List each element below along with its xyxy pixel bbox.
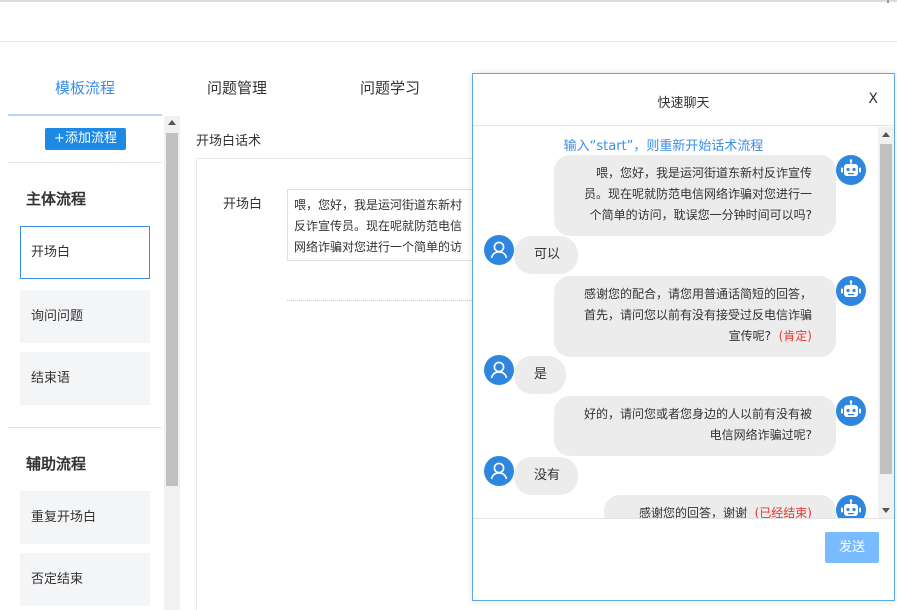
main-flow-title: 主体流程 [26, 190, 87, 208]
robot-icon [836, 495, 866, 518]
robot-icon [836, 396, 866, 426]
chat-scrollbar[interactable] [878, 127, 894, 518]
message-list: 输入“start”，则重新开始话术流程 喂，您好，我是运河街道东新村反诈宣传员。… [473, 127, 878, 518]
tab-question-management[interactable]: 问题管理 [162, 66, 312, 114]
message-input[interactable]: 发送 [473, 518, 894, 600]
message-tag: (肯定) [778, 329, 812, 343]
sidebar-divider [8, 162, 162, 163]
sidebar-item-closing[interactable]: 结束语 [20, 352, 150, 405]
sidebar-scrollbar[interactable] [164, 116, 180, 610]
opening-field-label: 开场白 [223, 197, 263, 212]
user-icon [484, 456, 514, 486]
bot-message: 好的，请问您或者您身边的人以前有没有被电信网络诈骗过呢? [554, 396, 836, 456]
add-flow-button[interactable]: +添加流程 [45, 128, 126, 150]
sidebar: +添加流程 主体流程 开场白 询问问题 结束语 辅助流程 重复开场白 否定结束 [8, 116, 162, 610]
aux-flow-title: 辅助流程 [26, 455, 87, 473]
user-message: 没有 [514, 457, 578, 495]
bot-message: 感谢您的配合，请您用普通话简短的回答，首先，请问您以前有没有接受过反电信诈骗宣传… [554, 276, 836, 357]
scrollbar-thumb[interactable] [880, 144, 892, 474]
bot-message: 感谢您的回答，谢谢 (已经结束) [604, 495, 836, 518]
restart-hint: 输入“start”，则重新开始话术流程 [563, 139, 764, 154]
dotted-separator [287, 300, 472, 301]
content-border [196, 158, 197, 610]
content-header: 开场白话术 [196, 134, 262, 149]
message-text: 可以 [534, 247, 561, 262]
window-mark [887, 0, 889, 3]
scroll-up-icon[interactable] [168, 120, 176, 125]
close-button[interactable]: X [868, 91, 878, 107]
top-edge [0, 0, 897, 2]
header-divider [196, 158, 472, 159]
chat-title: 快速聊天 [657, 96, 710, 111]
bot-message: 喂，您好，我是运河街道东新村反诈宣传员。现在呢就防范电信网络诈骗对您进行一个简单… [554, 155, 836, 236]
message-text: 喂，您好，我是运河街道东新村反诈宣传员。现在呢就防范电信网络诈骗对您进行一个简单… [583, 166, 812, 222]
sidebar-item-opening[interactable]: 开场白 [20, 226, 150, 279]
robot-icon [836, 155, 866, 185]
tab-question-learning[interactable]: 问题学习 [315, 66, 465, 114]
sidebar-divider [8, 427, 162, 428]
message-text: 感谢您的回答，谢谢 [638, 506, 747, 518]
sidebar-item-repeat-opening[interactable]: 重复开场白 [20, 491, 150, 544]
scrollbar-thumb[interactable] [166, 133, 178, 486]
message-text: 是 [534, 367, 548, 382]
tab-bar: 模板流程 问题管理 问题学习 [0, 66, 520, 116]
message-text: 好的，请问您或者您身边的人以前有没有被电信网络诈骗过呢? [583, 407, 812, 442]
opening-textarea[interactable]: 喂，您好，我是运河街道东新村反诈宣传员。现在呢就防范电信网络诈骗对您进行一个简单… [287, 189, 477, 261]
user-icon [484, 355, 514, 385]
tab-template-flow[interactable]: 模板流程 [8, 66, 162, 114]
send-button[interactable]: 发送 [825, 532, 879, 563]
message-text: 没有 [534, 468, 561, 483]
scroll-down-icon[interactable] [882, 508, 890, 513]
scroll-up-icon[interactable] [882, 132, 890, 137]
robot-icon [836, 276, 866, 306]
user-message: 可以 [514, 236, 578, 274]
quick-chat-dialog: 快速聊天 X 输入“start”，则重新开始话术流程 喂，您好，我是运河街道东新… [472, 73, 895, 601]
user-message: 是 [514, 356, 566, 394]
content-panel: 开场白话术 开场白 喂，您好，我是运河街道东新村反诈宣传员。现在呢就防范电信网络… [182, 116, 477, 610]
top-bar [0, 0, 897, 42]
sidebar-item-ask-question[interactable]: 询问问题 [20, 290, 150, 343]
message-tag: (已经结束) [754, 506, 812, 518]
sidebar-item-negative-end[interactable]: 否定结束 [20, 553, 150, 606]
user-icon [484, 235, 514, 265]
chat-header: 快速聊天 X [473, 74, 894, 126]
